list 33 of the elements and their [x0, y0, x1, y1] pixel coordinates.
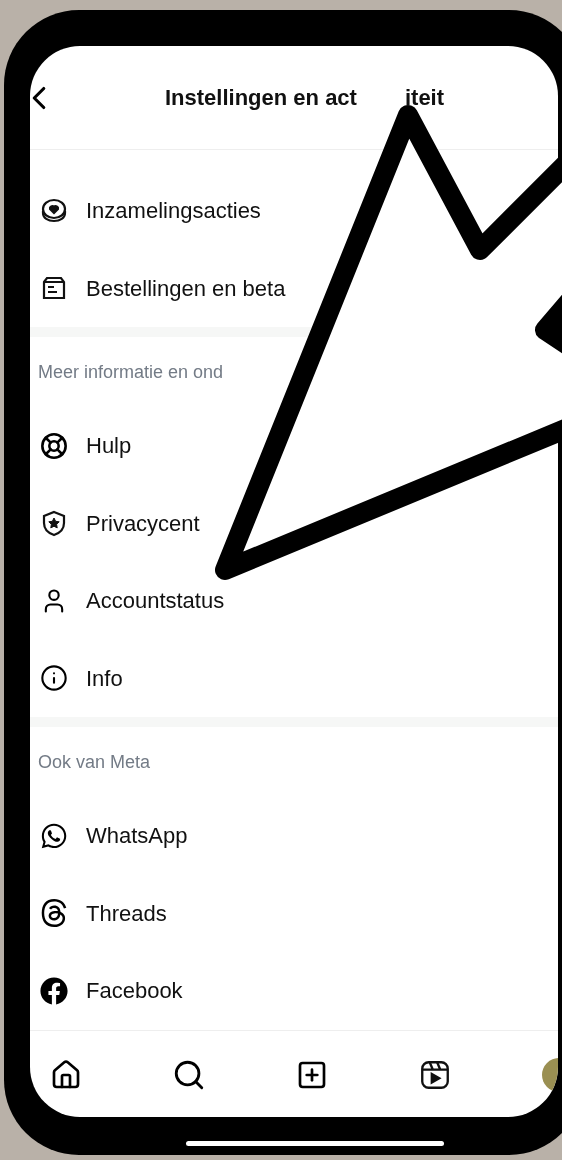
- info-icon: [40, 664, 68, 693]
- settings-row[interactable]: Accountstatus: [30, 562, 225, 640]
- settings-row[interactable]: WhatsApp: [30, 797, 188, 875]
- settings-row[interactable]: Info: [30, 639, 123, 717]
- settings-row[interactable]: Inzamelingsacties: [30, 172, 261, 250]
- row-label: Facebook: [86, 977, 183, 1006]
- threads-icon: [40, 899, 68, 928]
- section-heading: Meer informatie en ond: [37, 360, 225, 384]
- row-label: Info: [86, 664, 123, 693]
- heart-coin-icon: [40, 196, 68, 225]
- row-label: Threads: [86, 899, 167, 928]
- facebook-icon: [40, 976, 68, 1005]
- add-icon[interactable]: [296, 1059, 328, 1091]
- settings-row[interactable]: Threads: [30, 874, 167, 952]
- row-label: Bestellingen en beta: [86, 274, 286, 303]
- row-label: Inzamelingsacties: [86, 197, 261, 226]
- home-icon[interactable]: [50, 1059, 82, 1091]
- settings-row[interactable]: Hulp: [30, 407, 132, 485]
- lifebuoy-icon: [40, 431, 68, 460]
- whatsapp-icon: [40, 821, 68, 850]
- section-heading: Ook van Meta: [37, 750, 152, 774]
- settings-row[interactable]: Facebook: [30, 952, 183, 1030]
- reels-icon[interactable]: [418, 1058, 452, 1092]
- settings-row[interactable]: Privacycent: [30, 484, 200, 562]
- row-label: Hulp: [86, 432, 132, 461]
- settings-row[interactable]: Bestellingen en beta: [30, 249, 286, 327]
- row-label: WhatsApp: [86, 822, 188, 851]
- screen-title: Instellingen en act: [165, 84, 357, 112]
- shield-star-icon: [40, 509, 68, 538]
- search-icon[interactable]: [172, 1058, 206, 1092]
- row-label: Accountstatus: [86, 587, 225, 616]
- screen-title: iteit: [404, 84, 445, 112]
- row-label: Privacycent: [86, 509, 200, 538]
